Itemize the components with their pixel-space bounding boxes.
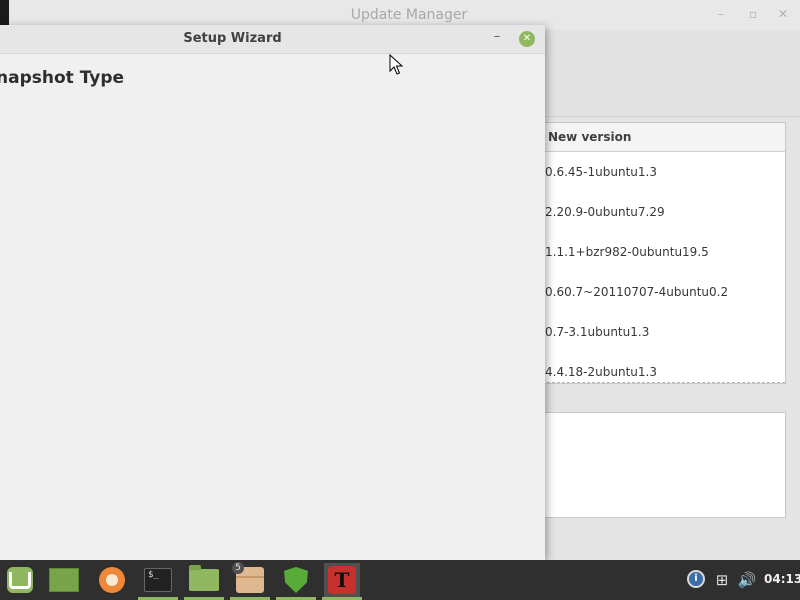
close-button[interactable]: ✕	[775, 6, 791, 22]
update-manager-launcher[interactable]	[278, 563, 314, 597]
volume-tray-button[interactable]: 🔊	[737, 570, 757, 590]
column-header-new-version[interactable]: New version	[537, 123, 785, 152]
files-launcher[interactable]	[186, 563, 222, 597]
table-row[interactable]: 0.7-3.1ubuntu1.3	[537, 312, 785, 352]
taskbar: $_ 5 T i ⊞ 🔊 04:13	[0, 560, 800, 600]
info-shield-icon: i	[687, 570, 705, 588]
table-row[interactable]: 2.20.9-0ubuntu7.29	[537, 192, 785, 232]
table-row[interactable]: 1.1.1+bzr982-0ubuntu19.5	[537, 232, 785, 272]
setup-wizard-titlebar[interactable]: Setup Wizard – ✕	[0, 25, 545, 54]
terminal-launcher[interactable]: $_	[140, 563, 176, 597]
timeshift-launcher[interactable]: T	[324, 563, 360, 597]
page-title: napshot Type	[0, 68, 125, 88]
maximize-button[interactable]: ▫	[745, 6, 761, 22]
firefox-launcher[interactable]	[94, 563, 130, 597]
wizard-close-button[interactable]: ✕	[519, 31, 535, 47]
menu-button[interactable]	[2, 563, 38, 597]
clock[interactable]: 04:13	[764, 572, 800, 586]
show-desktop-button[interactable]	[46, 563, 82, 597]
setup-wizard-window: Setup Wizard – ✕ napshot Type	[0, 25, 545, 560]
terminal-icon: $_	[144, 568, 172, 592]
table-row[interactable]: 4.4.18-2ubuntu1.3	[537, 352, 785, 383]
update-manager-title: Update Manager	[350, 7, 468, 23]
volume-icon: 🔊	[737, 571, 757, 589]
shield-icon	[284, 567, 308, 593]
window-count-badge: 5	[232, 562, 244, 574]
update-tray-button[interactable]: i	[687, 570, 707, 590]
firefox-icon	[99, 567, 125, 593]
wizard-minimize-button[interactable]: –	[489, 30, 505, 46]
minimize-button[interactable]: –	[713, 6, 729, 22]
timeshift-icon: T	[328, 566, 356, 594]
update-description-panel	[536, 412, 786, 518]
network-icon: ⊞	[715, 571, 729, 589]
table-divider	[537, 382, 785, 383]
updates-table: New version 0.6.45-1ubuntu1.3 2.20.9-0ub…	[536, 122, 786, 384]
desktop-icon	[49, 568, 79, 592]
setup-wizard-title: Setup Wizard	[183, 31, 282, 46]
table-row[interactable]: 0.6.45-1ubuntu1.3	[537, 152, 785, 192]
folder-icon	[189, 565, 219, 591]
mouse-cursor-icon	[389, 54, 403, 75]
network-tray-button[interactable]: ⊞	[712, 570, 732, 590]
mint-menu-icon	[7, 567, 33, 593]
table-row[interactable]: 0.60.7~20110707-4ubuntu0.2	[537, 272, 785, 312]
